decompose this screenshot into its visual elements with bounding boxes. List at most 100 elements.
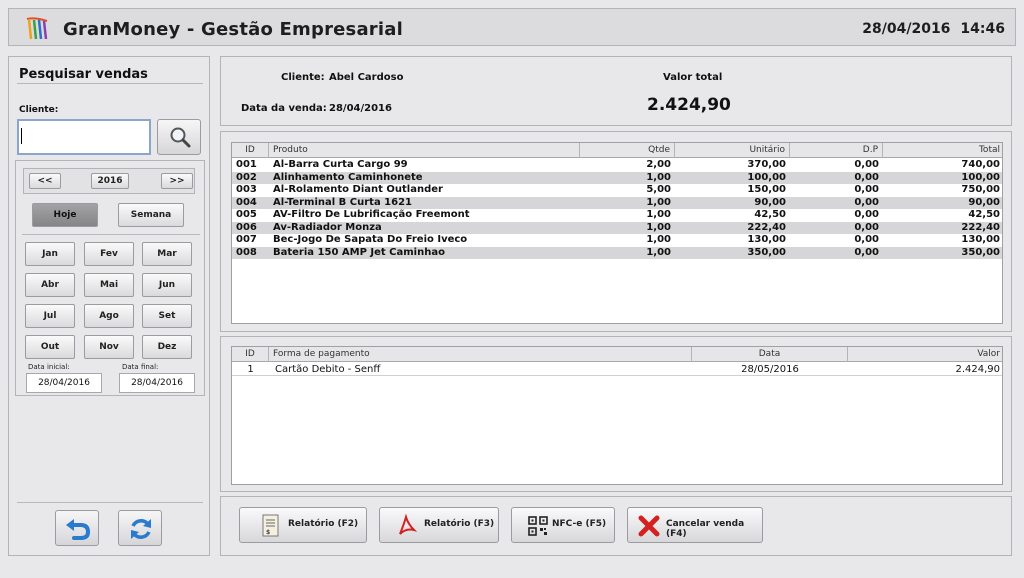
cancel-sale-button[interactable]: Cancelar venda (F4) — [627, 507, 763, 543]
table-row[interactable]: 1 Cartão Debito - Senff 28/05/2016 2.424,90 — [232, 363, 1002, 376]
month-jul-button[interactable]: Jul — [25, 304, 75, 328]
table-cell: 100,00 — [747, 171, 786, 183]
today-button[interactable]: Hoje — [32, 203, 98, 227]
report-f2-button[interactable]: $ Relatório (F2) — [239, 507, 367, 543]
column-header-id[interactable]: ID — [232, 143, 269, 158]
granmoney-logo-icon — [26, 17, 48, 40]
column-header-data[interactable]: Data — [692, 347, 848, 362]
month-may-button[interactable]: Mai — [84, 273, 134, 297]
table-cell: 1,00 — [646, 246, 671, 258]
table-cell: 90,00 — [968, 196, 1000, 208]
sale-summary-panel: Cliente: Abel Cardoso Data da venda: 28/… — [220, 56, 1012, 126]
search-sales-panel: Pesquisar vendas Cliente: << 2016 >> Hoj… — [8, 56, 210, 556]
table-row[interactable]: 004 Al-Terminal B Curta 1621 1,00 90,00 0,00… — [232, 196, 1002, 209]
panel-title: Pesquisar vendas — [19, 67, 148, 82]
column-header-dp[interactable]: D.P — [790, 143, 883, 158]
table-cell: 008 — [236, 246, 257, 258]
table-cell: 006 — [236, 221, 257, 233]
table-cell: 004 — [236, 196, 257, 208]
column-header-produto[interactable]: Produto — [269, 143, 580, 158]
table-row[interactable]: 002 Alinhamento Caminhonete 1,00 100,00 0,00… — [232, 171, 1002, 184]
table-cell: Alinhamento Caminhonete — [273, 171, 423, 183]
column-header-id[interactable]: ID — [232, 347, 269, 362]
report-document-icon: $ — [262, 514, 279, 537]
current-time: 14:46 — [960, 21, 1005, 37]
year-display[interactable]: 2016 — [91, 173, 129, 189]
month-nov-button[interactable]: Nov — [84, 335, 134, 359]
month-oct-button[interactable]: Out — [25, 335, 75, 359]
text-cursor — [21, 128, 22, 144]
table-cell: 42,50 — [754, 209, 786, 220]
month-mar-button[interactable]: Mar — [142, 242, 192, 266]
table-cell: 0,00 — [854, 234, 879, 245]
table-cell: 0,00 — [854, 184, 879, 195]
week-button[interactable]: Semana — [118, 203, 184, 227]
refresh-button[interactable] — [118, 510, 162, 546]
table-cell: 0,00 — [854, 246, 879, 258]
payments-table-header: ID Forma de pagamento Data Valor — [232, 347, 1002, 362]
products-panel: ID Produto Qtde Unitário D.P Total 001 Al… — [220, 131, 1012, 332]
next-year-button[interactable]: >> — [161, 173, 193, 189]
column-header-forma-pagamento[interactable]: Forma de pagamento — [269, 347, 692, 362]
table-cell: 100,00 — [961, 171, 1000, 183]
table-cell: 0,00 — [854, 159, 879, 170]
table-cell: 002 — [236, 171, 257, 183]
table-cell: 90,00 — [754, 196, 786, 208]
table-cell: 005 — [236, 209, 257, 220]
table-cell: 1,00 — [646, 209, 671, 220]
report-f3-button[interactable]: Relatório (F3) — [379, 507, 499, 543]
month-apr-button[interactable]: Abr — [25, 273, 75, 297]
column-header-unitario[interactable]: Unitário — [675, 143, 790, 158]
cliente-search-input[interactable] — [17, 119, 151, 155]
month-dec-button[interactable]: Dez — [142, 335, 192, 359]
table-cell: Al-Rolamento Diant Outlander — [273, 184, 443, 195]
month-sep-button[interactable]: Set — [142, 304, 192, 328]
table-cell: 222,40 — [747, 221, 786, 233]
column-header-valor[interactable]: Valor — [848, 347, 1004, 362]
table-row[interactable]: 006 Av-Radiador Monza 1,00 222,40 0,00 222,40 — [232, 221, 1002, 234]
products-table-header: ID Produto Qtde Unitário D.P Total — [232, 143, 1002, 158]
cliente-name: Abel Cardoso — [329, 72, 404, 83]
table-cell: Bec-Jogo De Sapata Do Freio Iveco — [273, 234, 468, 245]
previous-year-button[interactable]: << — [29, 173, 61, 189]
table-cell: 42,50 — [968, 209, 1000, 220]
table-row[interactable]: 008 Bateria 150 AMP Jet Caminhao 1,00 350,0… — [232, 246, 1002, 259]
month-jan-button[interactable]: Jan — [25, 242, 75, 266]
table-row[interactable]: 003 Al-Rolamento Diant Outlander 5,00 150,0… — [232, 184, 1002, 197]
table-cell: 740,00 — [961, 159, 1000, 170]
month-aug-button[interactable]: Ago — [84, 304, 134, 328]
table-cell: 0,00 — [854, 196, 879, 208]
report-f2-label: Relatório (F2) — [288, 519, 359, 529]
start-date-field[interactable]: 28/04/2016 — [26, 373, 102, 393]
table-cell: 0,00 — [854, 221, 879, 233]
column-header-total[interactable]: Total — [883, 143, 1004, 158]
title-bar: GranMoney - Gestão Empresarial 28/04/201… — [8, 8, 1016, 46]
report-f3-label: Relatório (F3) — [424, 519, 495, 529]
table-cell: 1 — [247, 364, 254, 375]
nfce-f5-button[interactable]: NFC-e (F5) — [511, 507, 615, 543]
products-table[interactable]: ID Produto Qtde Unitário D.P Total 001 Al… — [231, 142, 1003, 324]
pdf-icon — [399, 514, 418, 535]
table-cell: Al-Barra Curta Cargo 99 — [273, 159, 408, 170]
svg-text:$: $ — [266, 529, 270, 536]
month-feb-button[interactable]: Fev — [84, 242, 134, 266]
cancel-x-icon — [638, 515, 660, 537]
back-button[interactable] — [55, 510, 99, 546]
payments-panel: ID Forma de pagamento Data Valor 1 Cartão… — [220, 336, 1012, 492]
total-value: 2.424,90 — [647, 95, 731, 115]
month-jun-button[interactable]: Jun — [142, 273, 192, 297]
table-cell: 0,00 — [854, 209, 879, 220]
end-date-field[interactable]: 28/04/2016 — [119, 373, 195, 393]
table-cell: 150,00 — [747, 184, 786, 195]
search-button[interactable] — [157, 119, 201, 155]
cliente-label: Cliente: — [19, 105, 59, 115]
cancel-sale-label: Cancelar venda (F4) — [666, 519, 745, 539]
table-row[interactable]: 001 Al-Barra Curta Cargo 99 2,00 370,00 0,00… — [232, 159, 1002, 172]
table-row[interactable]: 007 Bec-Jogo De Sapata Do Freio Iveco 1,00… — [232, 234, 1002, 247]
table-cell: 1,00 — [646, 196, 671, 208]
table-cell: 1,00 — [646, 234, 671, 245]
table-cell: 0,00 — [854, 171, 879, 183]
payments-table[interactable]: ID Forma de pagamento Data Valor 1 Cartão… — [231, 346, 1003, 485]
column-header-qtde[interactable]: Qtde — [580, 143, 675, 158]
table-row[interactable]: 005 AV-Filtro De Lubrificação Freemont 1,0… — [232, 209, 1002, 222]
